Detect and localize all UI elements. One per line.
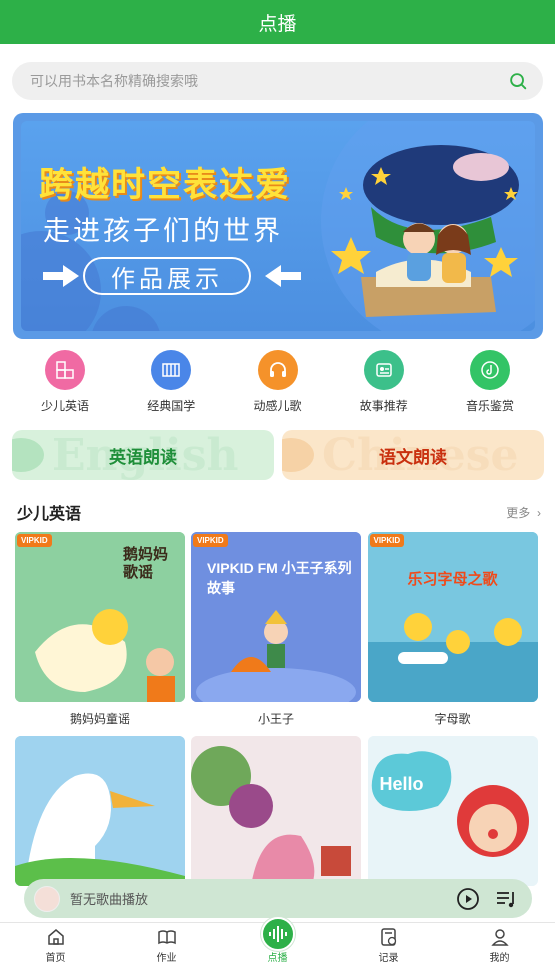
tab-label: 点播 — [267, 953, 288, 964]
album-cover: VIPKID 鹅妈妈歌谣 — [15, 532, 185, 702]
category-label: 故事推荐 — [359, 399, 408, 413]
arrow-right-icon — [43, 265, 79, 287]
category-stories[interactable]: 故事推荐 — [331, 350, 437, 414]
english-reading-label: 英语朗读 — [109, 447, 177, 467]
tab-label: 记录 — [378, 953, 399, 964]
geese-cover-art — [15, 736, 185, 886]
kids-reading-illustration — [331, 145, 519, 317]
bottom-tab-bar: 首页 作业 点播 记录 我的 — [0, 917, 555, 970]
girl-flowers-cover-art — [191, 736, 361, 886]
cover-title: Hello — [379, 774, 424, 794]
search-placeholder: 可以用书本名称精确搜索哦 — [30, 73, 198, 89]
tab-homework[interactable]: 作业 — [111, 923, 222, 970]
book-scroll-icon — [151, 350, 192, 390]
vipkid-badge: VIPKID — [193, 534, 228, 547]
tab-label: 作业 — [156, 953, 177, 964]
album-cover — [191, 736, 361, 886]
tab-me[interactable]: 我的 — [444, 923, 555, 970]
tab-label: 首页 — [45, 953, 66, 964]
vipkid-badge: VIPKID — [369, 534, 405, 547]
album-cover: VIPKID VIPKID FM 小王子系列故事 — [191, 532, 361, 702]
category-kids-songs[interactable]: 动感儿歌 — [225, 350, 331, 414]
search-input[interactable]: 可以用书本名称精确搜索哦 — [12, 62, 543, 100]
decor-blob — [282, 438, 314, 472]
chinese-reading-label: 语文朗读 — [379, 447, 447, 467]
page-title: 点播 — [258, 13, 297, 35]
more-label: 更多 — [506, 505, 531, 520]
category-label: 音乐鉴赏 — [465, 399, 514, 413]
chinese-reading-card[interactable]: Chinese 语文朗读 — [282, 430, 544, 480]
album-item[interactable] — [191, 736, 361, 886]
promo-banner[interactable]: 跨越时空表达爱 走进孩子们的世界 作品展示 — [13, 113, 543, 339]
book-icon — [157, 930, 176, 945]
audio-wave-icon — [260, 917, 295, 951]
search-icon[interactable] — [507, 70, 529, 92]
tab-ondemand[interactable]: 点播 — [222, 917, 333, 970]
album-cover — [15, 736, 185, 886]
category-kids-english[interactable]: 少儿英语 — [12, 350, 118, 414]
cover-title: 鹅妈妈歌谣 — [123, 546, 169, 581]
abc-blocks-icon — [45, 350, 85, 390]
album-cover: VIPKID 乐习字母之歌 — [367, 532, 538, 702]
arrow-left-icon — [265, 265, 301, 287]
category-row: 少儿英语 经典国学 动感儿歌 故事推荐 音乐鉴赏 — [12, 350, 543, 414]
cover-title: VIPKID FM 小王子系列故事 — [207, 560, 352, 596]
player-avatar — [34, 885, 60, 912]
mini-player[interactable]: 暂无歌曲播放 — [24, 879, 532, 918]
tab-records[interactable]: 记录 — [333, 923, 444, 970]
section-header: 少儿英语 更多 › — [17, 500, 541, 524]
album-title: 字母歌 — [434, 712, 471, 726]
playlist-icon[interactable] — [494, 887, 518, 911]
cover-title: 乐习字母之歌 — [407, 571, 498, 588]
record-icon — [380, 928, 396, 946]
tab-home[interactable]: 首页 — [0, 923, 111, 970]
decor-blob — [12, 438, 44, 472]
banner-background: 跨越时空表达爱 走进孩子们的世界 作品展示 — [21, 121, 535, 331]
more-link[interactable]: 更多 › — [506, 504, 541, 521]
album-item[interactable] — [15, 736, 185, 886]
category-music[interactable]: 音乐鉴赏 — [437, 350, 543, 414]
headphones-icon — [257, 350, 298, 390]
category-label: 经典国学 — [147, 399, 196, 413]
story-icon — [363, 350, 404, 390]
user-icon — [490, 929, 509, 946]
player-status: 暂无歌曲播放 — [70, 892, 149, 907]
banner-subline: 走进孩子们的世界 — [43, 216, 283, 247]
english-reading-card[interactable]: English 英语朗读 — [12, 430, 274, 480]
app-screen: 点播 可以用书本名称精确搜索哦 跨越时空表达爱 走进孩子们的世界 作品展示 少儿… — [0, 0, 555, 970]
section-title: 少儿英语 — [17, 506, 82, 523]
play-icon[interactable] — [456, 887, 480, 911]
music-disc-icon — [470, 350, 510, 390]
alphabet-song-cover-art — [367, 532, 538, 702]
album-cover: Hello — [367, 736, 538, 886]
hello-cover-art — [367, 736, 538, 886]
showcase-button[interactable]: 作品展示 — [83, 257, 251, 295]
home-icon — [47, 929, 64, 945]
category-label: 少儿英语 — [40, 399, 89, 413]
album-item[interactable]: VIPKID VIPKID FM 小王子系列故事 小王子 — [191, 532, 361, 736]
album-grid: VIPKID 鹅妈妈歌谣 鹅妈妈童谣 VIPKID VIPKID FM 小王子系… — [15, 532, 541, 886]
album-title: 小王子 — [257, 712, 294, 726]
album-item[interactable]: VIPKID 乐习字母之歌 字母歌 — [367, 532, 538, 736]
banner-headline: 跨越时空表达爱 — [39, 165, 291, 205]
album-item[interactable]: VIPKID 鹅妈妈歌谣 鹅妈妈童谣 — [15, 532, 185, 736]
category-label: 动感儿歌 — [253, 399, 302, 413]
vipkid-badge: VIPKID — [17, 534, 52, 547]
album-title: 鹅妈妈童谣 — [69, 712, 130, 726]
album-item[interactable]: Hello — [367, 736, 538, 886]
top-bar: 点播 — [0, 0, 555, 44]
category-classics[interactable]: 经典国学 — [118, 350, 224, 414]
chevron-right-icon: › — [533, 505, 541, 520]
reading-row: English 英语朗读 Chinese 语文朗读 — [12, 430, 544, 480]
decor-circle — [91, 306, 161, 331]
tab-label: 我的 — [489, 953, 510, 964]
